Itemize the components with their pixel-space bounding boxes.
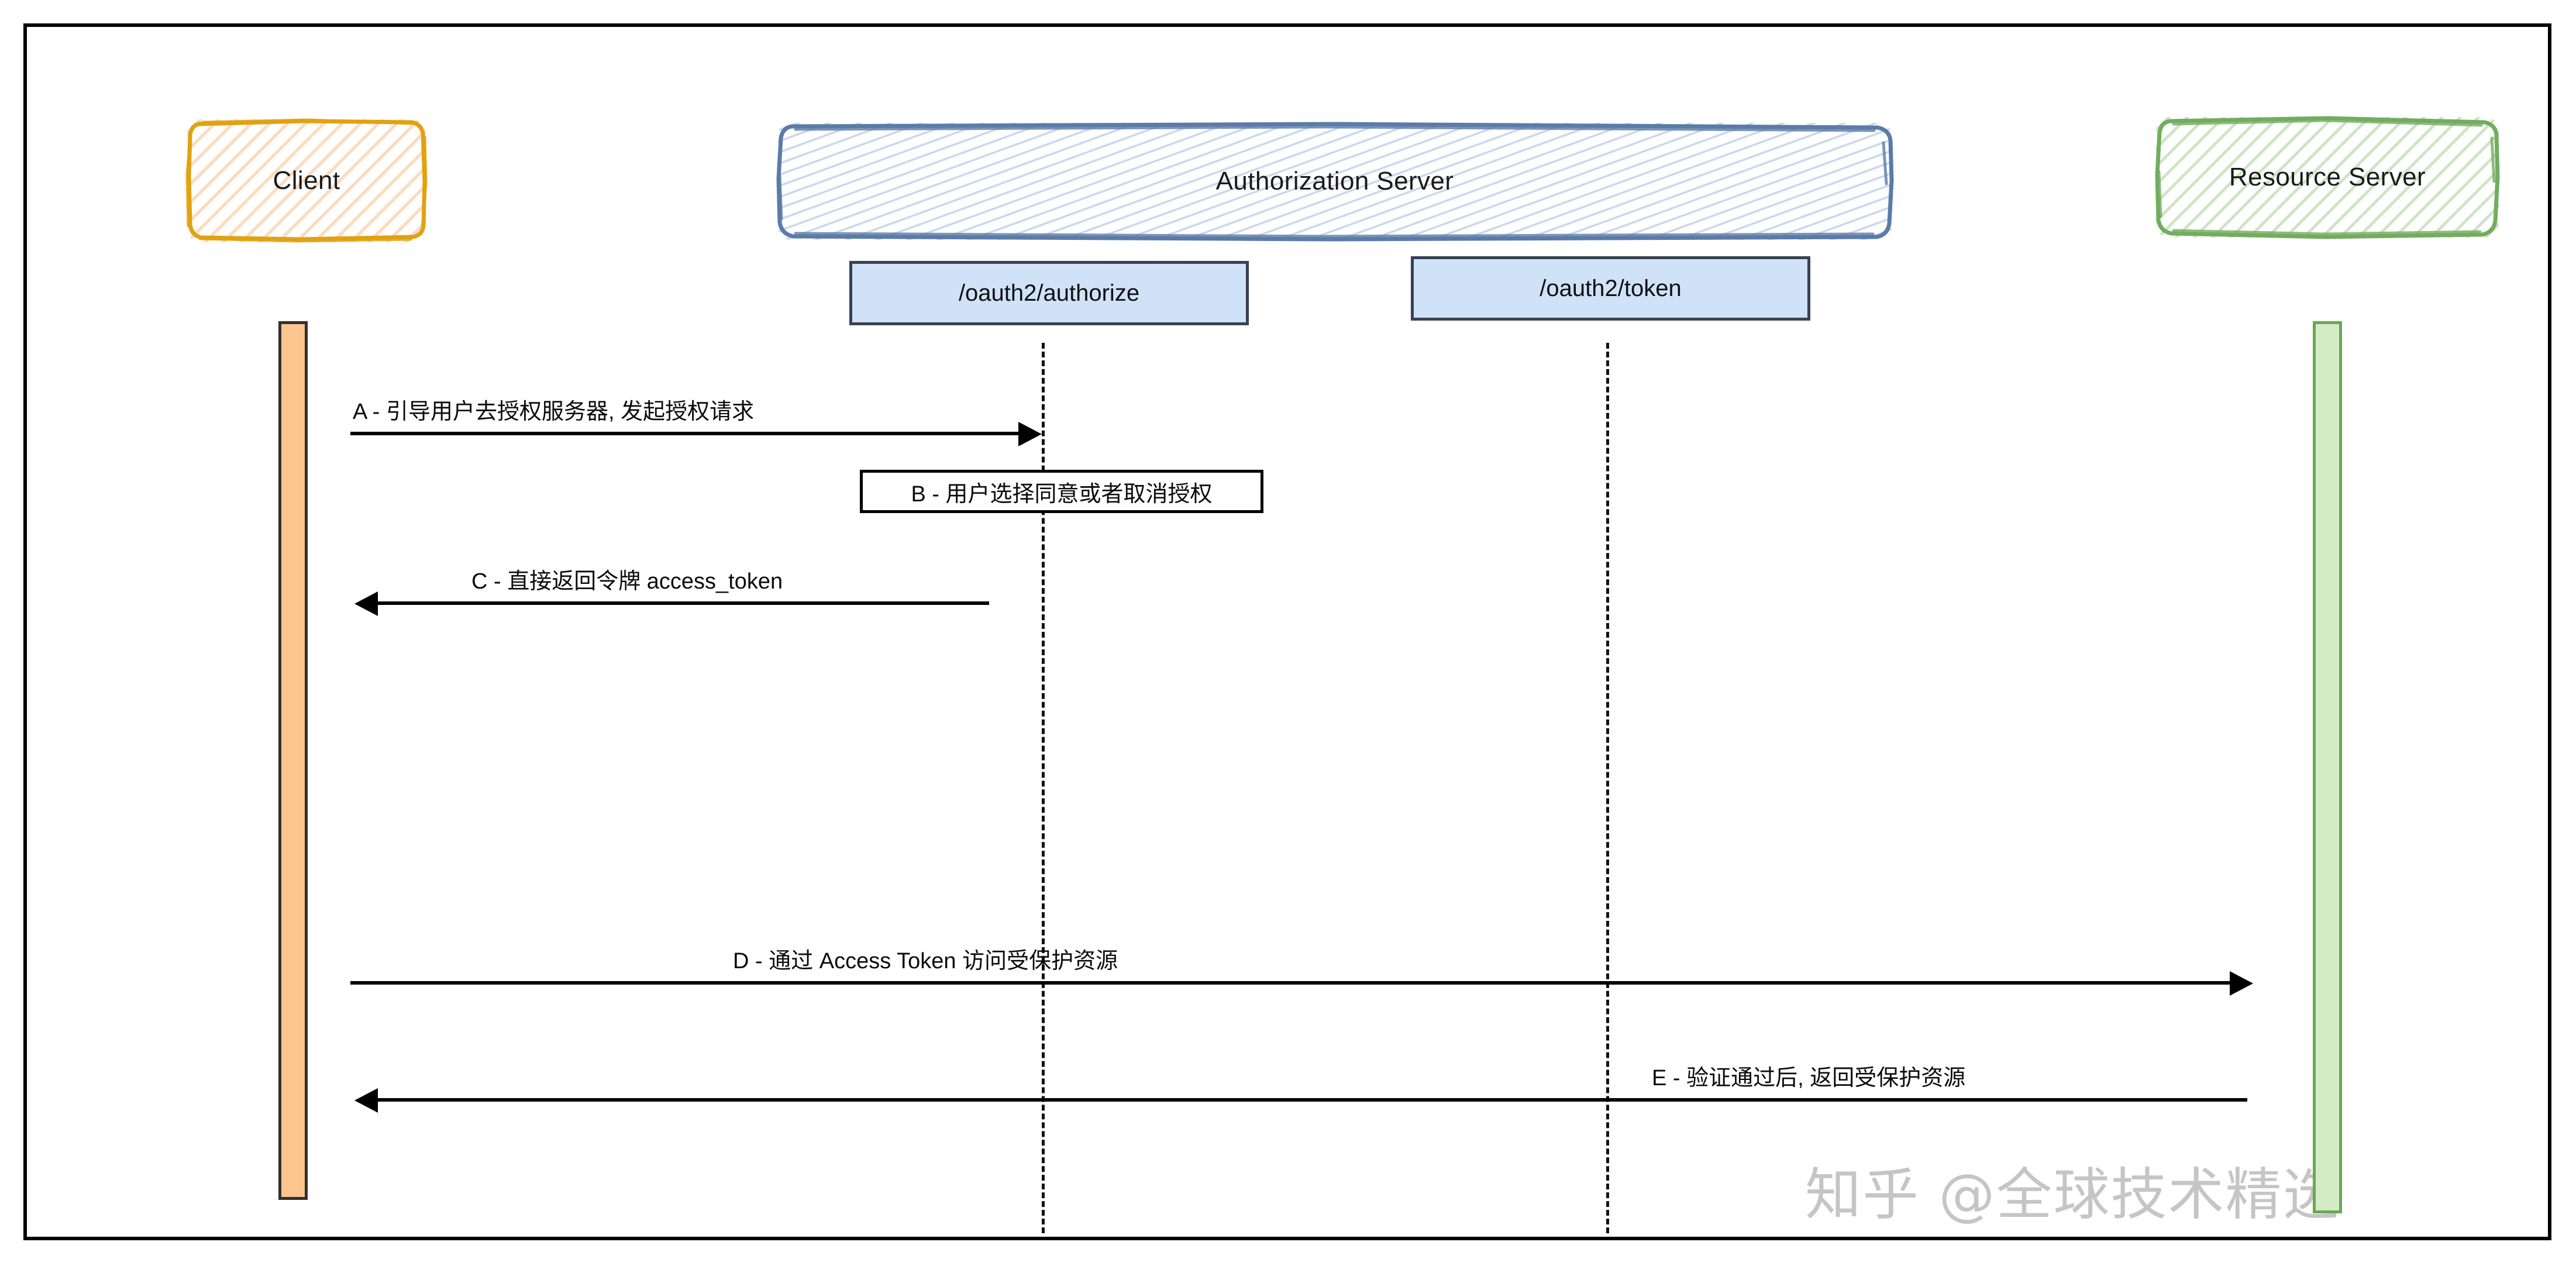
watermark: 知乎 @全球技术精选 <box>1805 1162 2340 1227</box>
message-e-label: E - 验证通过后, 返回受保护资源 <box>1652 1066 1966 1091</box>
note-b[interactable]: B - 用户选择同意或者取消授权 <box>860 470 1263 513</box>
endpoint-token-label: /oauth2/token <box>1540 275 1682 301</box>
message-d[interactable]: D - 通过 Access Token 访问受保护资源 <box>350 931 2253 996</box>
participant-resource-server[interactable]: Resource Server <box>2153 113 2502 241</box>
participant-client[interactable]: Client <box>184 116 429 246</box>
diagram-canvas: Client Authorization Server Resource Ser… <box>0 0 2576 1266</box>
arrow-head-left-icon <box>354 1088 378 1113</box>
activation-bar-client <box>278 321 308 1200</box>
arrow-head-right-icon <box>2230 971 2253 996</box>
participant-authorization-server[interactable]: Authorization Server <box>774 119 1895 243</box>
endpoint-box-token[interactable]: /oauth2/token <box>1411 256 1810 321</box>
participant-authorization-server-label: Authorization Server <box>1215 167 1454 195</box>
endpoint-box-authorize[interactable]: /oauth2/authorize <box>849 261 1249 325</box>
message-a[interactable]: A - 引导用户去授权服务器, 发起授权请求 <box>350 383 1042 446</box>
message-c-line <box>378 601 989 605</box>
message-c-label: C - 直接返回令牌 access_token <box>471 569 783 594</box>
participant-resource-server-label: Resource Server <box>2229 163 2426 191</box>
arrow-head-right-icon <box>1018 422 1042 446</box>
message-c[interactable]: C - 直接返回令牌 access_token <box>354 552 989 616</box>
message-e[interactable]: E - 验证通过后, 返回受保护资源 <box>354 1048 2247 1113</box>
arrow-head-left-icon <box>354 591 378 616</box>
message-e-line <box>378 1098 2247 1102</box>
endpoint-authorize-label: /oauth2/authorize <box>958 280 1140 306</box>
participant-client-label: Client <box>273 166 340 195</box>
message-d-line <box>350 981 2230 985</box>
message-d-label: D - 通过 Access Token 访问受保护资源 <box>733 949 1118 974</box>
note-b-label: B - 用户选择同意或者取消授权 <box>911 481 1213 507</box>
message-a-line <box>350 432 1018 435</box>
message-a-label: A - 引导用户去授权服务器, 发起授权请求 <box>353 400 755 425</box>
diagram-frame: Client Authorization Server Resource Ser… <box>23 23 2551 1240</box>
activation-bar-resource-server <box>2313 321 2342 1213</box>
